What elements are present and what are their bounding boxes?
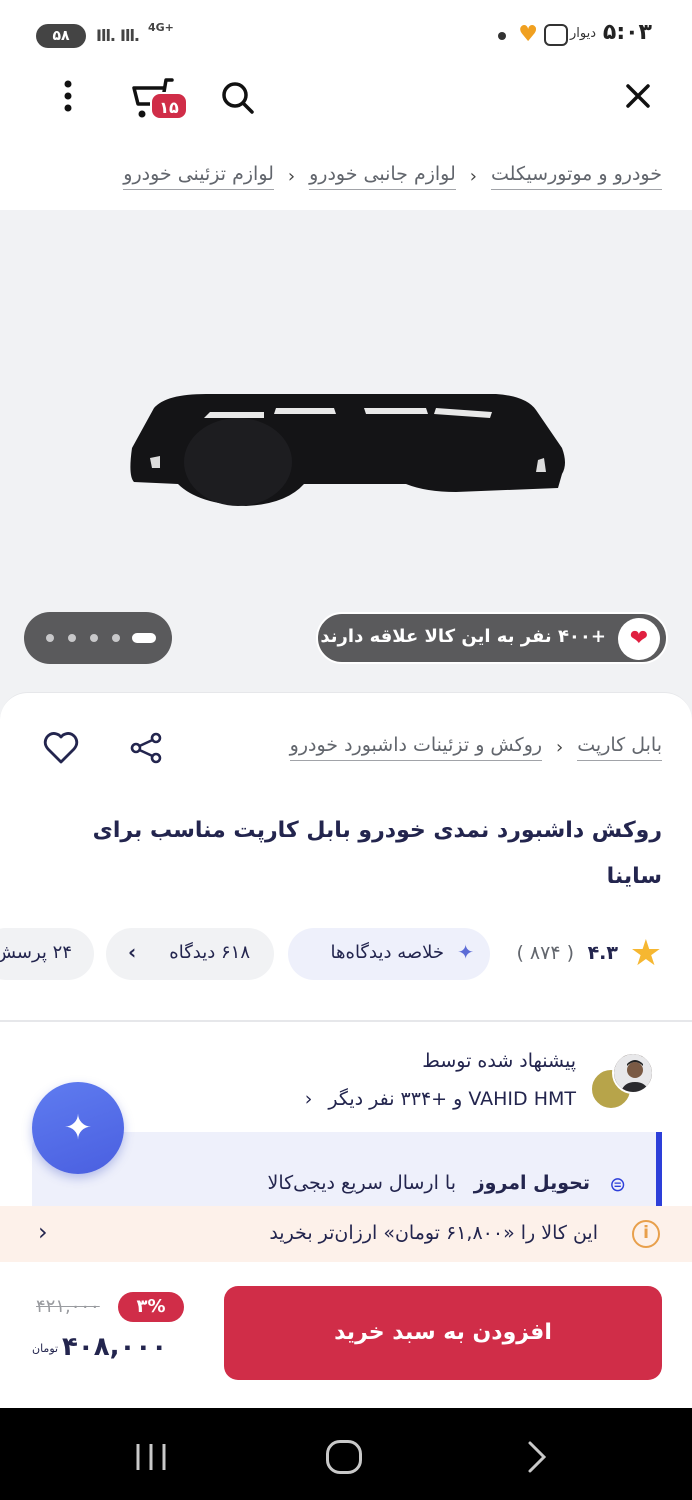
product-title: روکش داشبورد نمدی خودرو بابل کارپت مناسب… (92, 818, 662, 889)
status-app-label: دیوار (569, 26, 596, 41)
cheaper-offer-banner[interactable]: i این کالا را «۶۱,۸۰۰ تومان» ارزان‌تر بخ… (0, 1206, 692, 1262)
add-to-cart-button[interactable]: افزودن به سبد خرید (224, 1286, 662, 1380)
star-icon: ★ (629, 933, 662, 974)
close-icon (626, 84, 650, 108)
chevron-left-icon: ‹ (469, 165, 477, 187)
info-icon: i (632, 1220, 660, 1248)
sparkle-icon: ✦ (63, 1108, 93, 1148)
search-button[interactable] (218, 78, 258, 118)
interest-text: +۴۰۰ نفر به این کالا علاقه دارند (320, 626, 606, 647)
suggested-by-title: پیشنهاد شده توسط (422, 1050, 576, 1072)
delivery-subtitle: با ارسال سریع دیجی‌کالا (267, 1172, 457, 1194)
recents-button[interactable] (134, 1440, 168, 1474)
sparkle-icon: ✦ (457, 940, 474, 964)
delivery-title: تحویل امروز (473, 1172, 590, 1194)
delivery-card[interactable]: ⊜ تحویل امروز با ارسال سریع دیجی‌کالا (32, 1132, 662, 1206)
price: ۴۰۸,۰۰۰ (62, 1332, 168, 1362)
questions-chip[interactable]: ۲۴ پرسش (0, 928, 94, 980)
chevron-right-icon: › (128, 940, 137, 964)
share-button[interactable] (128, 730, 164, 766)
share-icon (130, 732, 162, 764)
back-button[interactable] (524, 1440, 550, 1474)
currency-label: تومان (32, 1342, 59, 1355)
notification-dot-icon (498, 32, 506, 40)
chevron-right-icon (528, 1441, 547, 1473)
rating-row: ★ ۴.۳ ( ۸۷۴ ) ✦ خلاصه دیدگاه‌ها ۶۱۸ دیدگ… (0, 928, 692, 982)
reviews-chip-label: ۶۱۸ دیدگاه (169, 942, 250, 963)
chevron-left-icon: ‹ (556, 737, 564, 758)
review-summary-chip[interactable]: ✦ خلاصه دیدگاه‌ها (288, 928, 490, 980)
gallery-pagination[interactable] (24, 612, 172, 664)
rating-value: ۴.۳ (587, 942, 618, 964)
old-price: ۴۲۱,۰۰۰ (36, 1296, 100, 1317)
page-dot (112, 634, 120, 642)
more-options-button[interactable] (56, 78, 80, 114)
heart-icon: ❤ (618, 618, 660, 660)
signal-icon: Ill. (120, 26, 140, 45)
page-dot (68, 634, 76, 642)
interest-pill: ❤ +۴۰۰ نفر به این کالا علاقه دارند (316, 612, 668, 664)
digikala-heart-icon: ♥ (518, 22, 538, 47)
chevron-left-icon: ‹ (38, 1218, 48, 1246)
close-button[interactable] (620, 78, 656, 114)
discount-badge: ۳% (118, 1292, 184, 1322)
home-button[interactable] (326, 1440, 362, 1474)
ai-assistant-button[interactable]: ✦ (32, 1082, 124, 1174)
heart-outline-icon (43, 732, 79, 764)
signal-icon: Ill. (96, 26, 116, 45)
chevron-left-icon: ‹ (287, 165, 296, 187)
product-image (130, 394, 565, 506)
more-vertical-icon (64, 80, 72, 112)
fast-delivery-icon: ⊜ (609, 1172, 626, 1196)
search-icon (222, 82, 254, 114)
page-dot (46, 634, 54, 642)
page-dot-active (132, 633, 156, 643)
breadcrumb: خودرو و موتورسیکلت ‹ لوازم جانبی خودرو ‹… (123, 158, 662, 194)
summary-chip-label: خلاصه دیدگاه‌ها (330, 942, 444, 963)
divider (0, 1020, 692, 1022)
brand-breadcrumb: بابل کارپت ‹ روکش و تزئینات داشبورد خودر… (289, 734, 662, 761)
cart-count-badge: ۱۵ (150, 92, 188, 120)
breadcrumb-item[interactable]: خودرو و موتورسیکلت (491, 163, 662, 190)
suggested-by-text: VAHID HMT و +۳۳۴ نفر دیگر (328, 1088, 576, 1110)
reviews-chip[interactable]: ۶۱۸ دیدگاه › (106, 928, 274, 980)
page-dot (90, 634, 98, 642)
chevron-left-icon: ‹ (304, 1088, 313, 1110)
status-time: ۵:۰۳ (602, 20, 652, 45)
rating-count: ( ۸۷۴ ) (516, 942, 574, 964)
screenshot-icon (544, 24, 568, 46)
cheaper-offer-text: این کالا را «۶۱,۸۰۰ تومان» ارزان‌تر بخری… (269, 1222, 598, 1244)
recents-icon (136, 1444, 166, 1470)
battery-indicator: ۵۸ (36, 24, 86, 48)
brand-link[interactable]: بابل کارپت (577, 734, 662, 761)
questions-chip-label: ۲۴ پرسش (0, 942, 72, 963)
avatar (612, 1052, 654, 1094)
category-link[interactable]: روکش و تزئینات داشبورد خودرو (289, 734, 543, 761)
favorite-button[interactable] (42, 730, 80, 766)
breadcrumb-item[interactable]: لوازم تزئینی خودرو (123, 163, 274, 190)
status-bar: ۵:۰۳ دیوار ♥ ۵۸ Ill. Ill. 4G+ (0, 0, 692, 70)
breadcrumb-item[interactable]: لوازم جانبی خودرو (309, 163, 456, 190)
network-type: 4G+ (148, 21, 174, 34)
suggested-by-link[interactable]: VAHID HMT و +۳۳۴ نفر دیگر ‹ (305, 1088, 576, 1110)
